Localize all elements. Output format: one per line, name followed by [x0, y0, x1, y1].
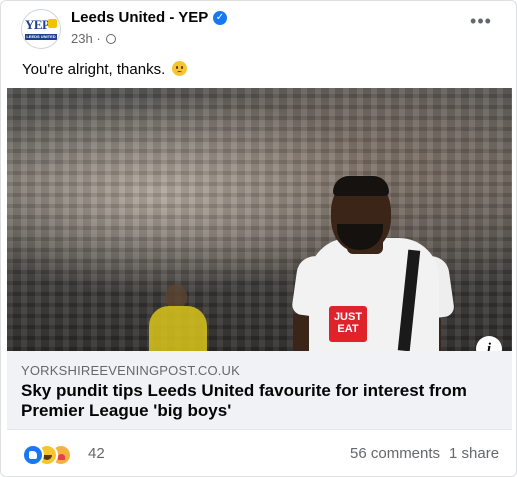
shares-count-link[interactable]: 1 share: [449, 445, 499, 462]
avatar-logo-mark: [48, 19, 57, 28]
meta-separator: ·: [96, 31, 101, 46]
link-headline[interactable]: Sky pundit tips Leeds United favourite f…: [21, 381, 491, 421]
background-player-yellow-shirt: [149, 306, 207, 351]
page-avatar[interactable]: YEP LEEDS UNITED: [21, 9, 61, 49]
page-name-link[interactable]: Leeds United - YEP: [71, 9, 208, 26]
caption-text: You're alright, thanks.: [22, 61, 166, 78]
post-caption: You're alright, thanks.: [22, 61, 188, 78]
engagement-bar: 42 56 comments 1 share: [1, 429, 516, 476]
comments-count-link[interactable]: 56 comments: [350, 445, 440, 462]
worried-face-emoji-icon: [172, 61, 188, 76]
avatar-logo-subtext: LEEDS UNITED: [25, 34, 57, 40]
avatar-logo-text: YEP: [25, 17, 50, 32]
like-icon: [22, 444, 44, 466]
post-header: YEP LEEDS UNITED Leeds United - YEP ✓ 23…: [1, 1, 516, 51]
link-preview-box[interactable]: YORKSHIREEVENINGPOST.CO.UK Sky pundit ti…: [7, 351, 512, 430]
facebook-post: YEP LEEDS UNITED Leeds United - YEP ✓ 23…: [0, 0, 517, 477]
post-timestamp[interactable]: 23h: [71, 31, 93, 46]
more-options-icon[interactable]: •••: [466, 11, 496, 35]
player-hair: [333, 176, 389, 196]
globe-icon[interactable]: [106, 34, 117, 44]
post-meta: 23h ·: [71, 31, 117, 46]
link-domain: YORKSHIREEVENINGPOST.CO.UK: [21, 363, 241, 378]
link-preview-image[interactable]: JUST EAT: [7, 88, 512, 351]
reaction-count[interactable]: 42: [88, 445, 105, 462]
shirt-sponsor-logo: JUST EAT: [329, 306, 367, 342]
verified-badge-icon: ✓: [213, 11, 227, 25]
